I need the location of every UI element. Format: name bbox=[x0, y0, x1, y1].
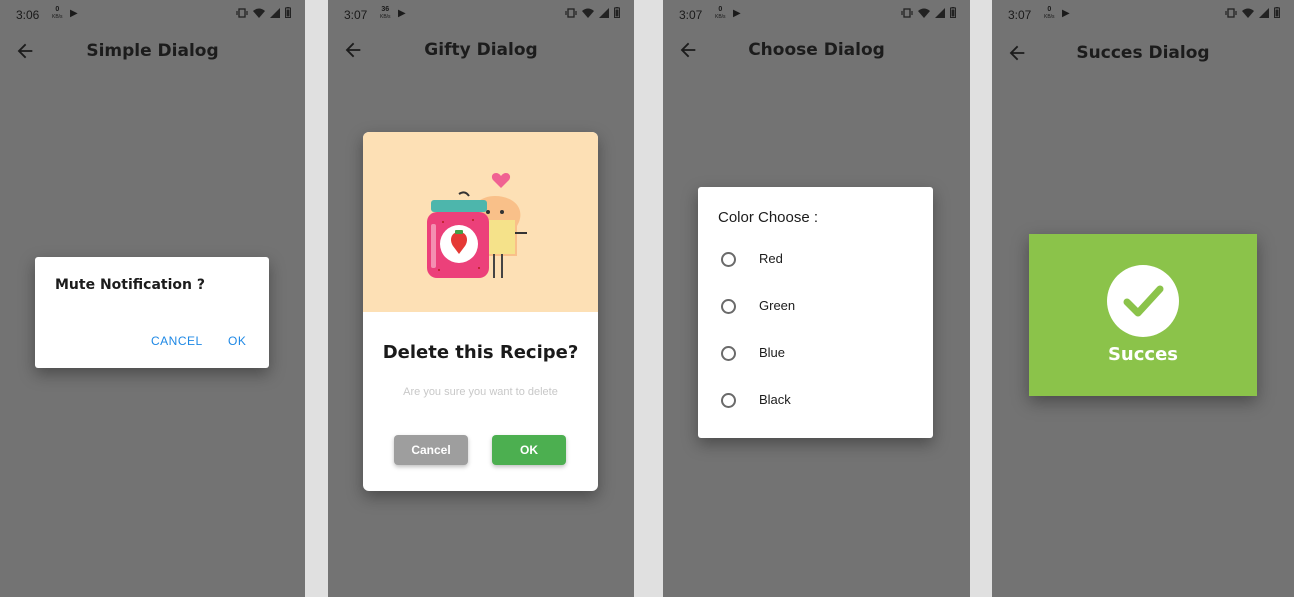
radio-option-green[interactable]: Green bbox=[718, 294, 918, 322]
gifty-dialog: Delete this Recipe? Are you sure you wan… bbox=[363, 132, 598, 491]
radio-option-red[interactable]: Red bbox=[718, 247, 918, 275]
choose-dialog: Color Choose : Red Green Blue Black bbox=[698, 187, 933, 438]
battery-icon bbox=[1274, 7, 1280, 18]
wifi-icon bbox=[582, 8, 594, 18]
ok-button[interactable]: OK bbox=[492, 435, 566, 465]
vibrate-icon bbox=[565, 7, 577, 18]
radio-button[interactable] bbox=[721, 299, 736, 314]
wifi-icon bbox=[253, 8, 265, 18]
network-speed: 0 KB/s bbox=[52, 6, 63, 20]
status-time: 3:07 bbox=[679, 8, 703, 22]
signal-icon bbox=[935, 7, 945, 18]
status-time: 3:07 bbox=[344, 8, 368, 22]
radio-button[interactable] bbox=[721, 346, 736, 361]
app-bar: Succes Dialog bbox=[992, 36, 1294, 72]
success-label: Succes bbox=[1107, 344, 1179, 365]
battery-icon bbox=[614, 7, 620, 18]
radio-option-blue[interactable]: Blue bbox=[718, 341, 918, 369]
screen-divider bbox=[305, 0, 328, 597]
play-store-icon: ▶ bbox=[70, 8, 78, 19]
cancel-button[interactable]: Cancel bbox=[394, 435, 468, 465]
app-bar: Choose Dialog bbox=[663, 33, 970, 69]
cancel-button[interactable]: CANCEL bbox=[151, 334, 203, 348]
phone-screen-choose: 3:07 0 KB/s ▶ Choose Dialog Color Choose… bbox=[663, 0, 970, 597]
status-bar: 3:07 0 KB/s ▶ bbox=[992, 0, 1294, 28]
status-bar: 3:06 0 KB/s ▶ bbox=[0, 0, 305, 28]
status-time: 3:07 bbox=[1008, 8, 1032, 22]
play-store-icon: ▶ bbox=[398, 8, 406, 19]
phone-screen-gifty: 3:07 36 KB/s ▶ Gifty Dialog Delete this … bbox=[328, 0, 634, 597]
app-bar: Gifty Dialog bbox=[328, 33, 634, 69]
radio-label: Red bbox=[759, 251, 783, 266]
app-bar: Simple Dialog bbox=[0, 34, 305, 70]
signal-icon bbox=[270, 7, 280, 18]
dialog-title: Delete this Recipe? bbox=[382, 342, 579, 363]
page-title: Succes Dialog bbox=[1076, 43, 1210, 63]
signal-icon bbox=[599, 7, 609, 18]
radio-label: Black bbox=[759, 392, 791, 407]
play-store-icon: ▶ bbox=[733, 8, 741, 19]
wifi-icon bbox=[1242, 8, 1254, 18]
dialog-title: Mute Notification ? bbox=[55, 277, 205, 293]
dialog-description: Are you sure you want to delete bbox=[403, 386, 558, 398]
success-badge bbox=[1107, 265, 1179, 337]
play-store-icon: ▶ bbox=[1062, 8, 1070, 19]
vibrate-icon bbox=[1225, 7, 1237, 18]
simple-dialog: Mute Notification ? CANCEL OK bbox=[35, 257, 269, 368]
radio-button[interactable] bbox=[721, 393, 736, 408]
success-dialog: Succes bbox=[1029, 234, 1257, 396]
battery-icon bbox=[285, 7, 291, 18]
ok-button[interactable]: OK bbox=[228, 334, 246, 348]
radio-option-black[interactable]: Black bbox=[718, 388, 918, 416]
radio-label: Green bbox=[759, 298, 796, 313]
phone-screen-simple: 3:06 0 KB/s ▶ Simple Dialog Mute Notific… bbox=[0, 0, 305, 597]
network-speed: 0 KB/s bbox=[715, 6, 726, 20]
radio-button[interactable] bbox=[721, 252, 736, 267]
screen-divider bbox=[634, 0, 663, 597]
vibrate-icon bbox=[236, 7, 248, 18]
status-icons bbox=[565, 7, 620, 18]
status-icons bbox=[901, 7, 956, 18]
recipe-illustration bbox=[363, 132, 598, 312]
phone-screen-success: 3:07 0 KB/s ▶ Succes Dialog Succes bbox=[992, 0, 1294, 597]
page-title: Gifty Dialog bbox=[424, 40, 538, 60]
vibrate-icon bbox=[901, 7, 913, 18]
page-title: Choose Dialog bbox=[748, 40, 885, 60]
checkmark-icon bbox=[1123, 285, 1164, 317]
status-bar: 3:07 0 KB/s ▶ bbox=[663, 0, 970, 28]
signal-icon bbox=[1259, 7, 1269, 18]
jam-and-toast-illustration bbox=[427, 173, 527, 278]
battery-icon bbox=[950, 7, 956, 18]
network-speed: 0 KB/s bbox=[1044, 6, 1055, 20]
wifi-icon bbox=[918, 8, 930, 18]
page-title: Simple Dialog bbox=[86, 41, 219, 61]
status-icons bbox=[1225, 7, 1280, 18]
status-time: 3:06 bbox=[16, 8, 40, 22]
radio-label: Blue bbox=[759, 345, 786, 360]
dialog-title: Color Choose : bbox=[718, 209, 819, 226]
network-speed: 36 KB/s bbox=[380, 6, 391, 20]
screen-divider bbox=[970, 0, 992, 597]
status-icons bbox=[236, 7, 291, 18]
status-bar: 3:07 36 KB/s ▶ bbox=[328, 0, 634, 28]
